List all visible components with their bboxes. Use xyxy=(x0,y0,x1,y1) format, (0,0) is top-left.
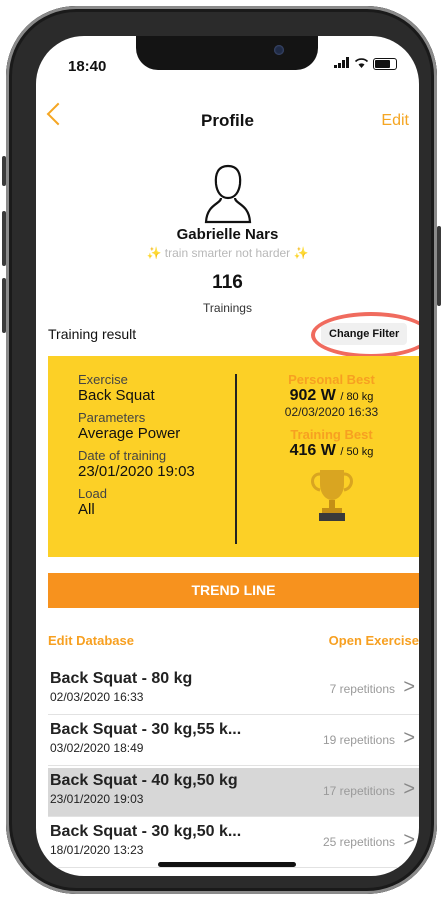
session-date: 03/02/2020 18:49 xyxy=(50,741,144,755)
result-details: Exercise Back Squat Parameters Average P… xyxy=(78,372,195,518)
battery-icon xyxy=(373,57,397,70)
training-best-load: / 50 kg xyxy=(340,446,374,458)
personal-best-load: / 80 kg xyxy=(340,391,374,403)
phone-power-button xyxy=(437,226,441,306)
chevron-right-icon: > xyxy=(403,829,415,851)
exercise-label: Exercise xyxy=(78,372,128,387)
personal-best-label: Personal Best xyxy=(288,372,375,387)
page-title: Profile xyxy=(201,111,254,130)
sparkle-icon: ✨ xyxy=(293,246,309,260)
date-label: Date of training xyxy=(78,448,167,463)
card-divider xyxy=(235,374,237,544)
training-result-title: Training result xyxy=(48,326,137,342)
list-item-selected[interactable]: Back Squat - 40 kg,50 kg 23/01/2020 19:0… xyxy=(48,768,419,817)
session-repetitions: 25 repetitions xyxy=(322,835,395,849)
parameters-value: Average Power xyxy=(78,425,181,442)
personal-best-power: 902 W xyxy=(289,387,336,404)
highlight-annotation xyxy=(311,312,419,358)
wifi-icon xyxy=(354,56,369,71)
trophy-icon xyxy=(306,466,358,522)
notch xyxy=(136,36,318,70)
training-best-label: Training Best xyxy=(290,427,373,442)
session-title: Back Squat - 30 kg,50 k... xyxy=(50,823,242,840)
sparkle-icon: ✨ xyxy=(146,246,162,260)
training-best-value: 416 W / 50 kg xyxy=(244,442,419,460)
tagline-text: train smarter not harder xyxy=(164,246,291,260)
session-title: Back Squat - 30 kg,55 k... xyxy=(50,721,242,738)
session-date: 23/01/2020 19:03 xyxy=(50,792,144,806)
session-list: Back Squat - 80 kg 02/03/2020 16:33 7 re… xyxy=(48,666,419,870)
personal-best-date: 02/03/2020 16:33 xyxy=(284,405,379,419)
phone-frame: 18:40 Profile Edit Gabrielle Nars ✨ trai… xyxy=(2,6,441,894)
personal-best-value: 902 W / 80 kg xyxy=(244,387,419,405)
load-value: All xyxy=(78,501,95,518)
status-icons xyxy=(334,56,397,71)
open-exercise-link[interactable]: Open Exercise xyxy=(329,633,419,648)
trend-line-button[interactable]: TREND LINE xyxy=(48,573,419,608)
list-item[interactable]: Back Squat - 30 kg,55 k... 03/02/2020 18… xyxy=(48,717,419,766)
signal-icon xyxy=(334,56,350,71)
user-name: Gabrielle Nars xyxy=(176,226,279,243)
trainings-count: 116 xyxy=(212,272,243,293)
phone-volume-up xyxy=(2,211,6,266)
training-best-power: 416 W xyxy=(289,442,336,459)
session-repetitions: 7 repetitions xyxy=(329,682,395,696)
edit-database-link[interactable]: Edit Database xyxy=(48,633,134,648)
exercise-value: Back Squat xyxy=(78,387,155,404)
parameters-label: Parameters xyxy=(78,410,146,425)
session-title: Back Squat - 40 kg,50 kg xyxy=(50,772,238,789)
user-tagline: ✨ train smarter not harder ✨ xyxy=(36,246,419,260)
home-indicator[interactable] xyxy=(158,862,296,867)
chevron-right-icon: > xyxy=(403,676,415,698)
status-time: 18:40 xyxy=(68,58,107,75)
session-date: 02/03/2020 16:33 xyxy=(50,690,144,704)
date-value: 23/01/2020 19:03 xyxy=(78,463,195,480)
phone-side-button xyxy=(2,156,6,186)
list-item[interactable]: Back Squat - 30 kg,50 k... 18/01/2020 13… xyxy=(48,819,419,868)
phone-volume-down xyxy=(2,278,6,333)
load-label: Load xyxy=(78,486,107,501)
edit-button[interactable]: Edit xyxy=(381,112,409,130)
session-title: Back Squat - 80 kg xyxy=(50,670,193,687)
chevron-right-icon: > xyxy=(403,727,415,749)
avatar-icon xyxy=(204,162,252,228)
list-item[interactable]: Back Squat - 80 kg 02/03/2020 16:33 7 re… xyxy=(48,666,419,715)
best-results: Personal Best 902 W / 80 kg 02/03/2020 1… xyxy=(244,372,419,522)
session-repetitions: 19 repetitions xyxy=(322,733,395,747)
chevron-right-icon: > xyxy=(403,778,415,800)
session-repetitions: 17 repetitions xyxy=(322,784,395,798)
front-camera xyxy=(274,45,284,55)
session-date: 18/01/2020 13:23 xyxy=(50,843,144,857)
training-result-card: Exercise Back Squat Parameters Average P… xyxy=(48,356,419,557)
app-screen: 18:40 Profile Edit Gabrielle Nars ✨ trai… xyxy=(36,36,419,876)
